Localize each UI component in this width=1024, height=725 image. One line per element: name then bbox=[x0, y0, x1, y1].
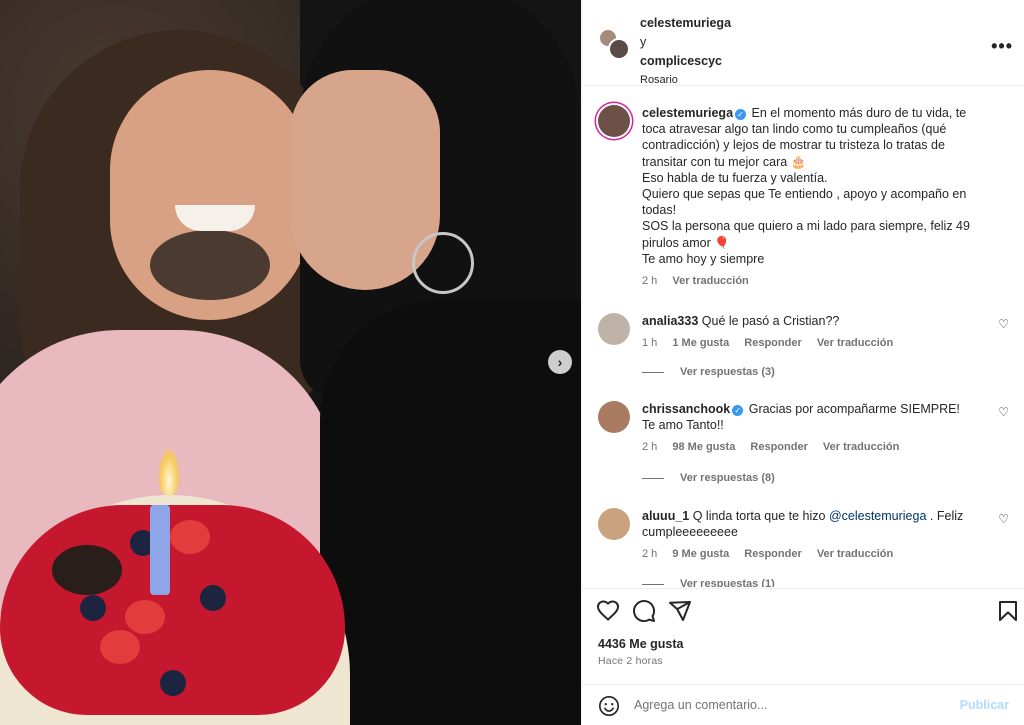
caption-line: SOS la persona que quiero a mi lado para… bbox=[642, 219, 970, 234]
photo-candle bbox=[150, 505, 170, 595]
caption-line: Quiero que sepas que Te entiendo , apoyo… bbox=[642, 187, 967, 202]
likes-count[interactable]: 4436 Me gusta bbox=[598, 637, 683, 651]
caption-text: celestemuriega ✓ En el momento más duro d… bbox=[642, 105, 982, 267]
bookmark-icon[interactable] bbox=[996, 599, 1020, 623]
caption-line: Eso habla de tu fuerza y valentía. bbox=[642, 170, 828, 185]
photo-black-shirt bbox=[320, 300, 581, 725]
post-timestamp: Hace 2 horas bbox=[598, 655, 663, 667]
reply-button[interactable]: Responder bbox=[744, 337, 801, 349]
comments-list[interactable]: celestemuriega ✓ En el momento más duro d… bbox=[582, 87, 1024, 587]
photo-strawberry bbox=[170, 520, 210, 554]
comment-username[interactable]: analia333 bbox=[642, 314, 698, 328]
comment-text: chrissanchook ✓ Gracias por acompañarme S… bbox=[642, 401, 982, 433]
comment-likes[interactable]: 9 Me gusta bbox=[672, 548, 729, 560]
view-replies-button[interactable]: Ver respuestas (1) bbox=[642, 578, 775, 587]
caption-username[interactable]: celestemuriega bbox=[642, 106, 733, 120]
more-options-icon[interactable]: ••• bbox=[991, 36, 1013, 57]
photo-beard bbox=[150, 230, 270, 300]
comment-meta: 2 h 98 Me gusta Responder Ver traducción bbox=[642, 441, 1013, 453]
comment-body: Te amo Tanto!! bbox=[642, 418, 724, 433]
comment-time[interactable]: 1 h bbox=[642, 337, 657, 349]
caption-line: todas! bbox=[642, 203, 677, 218]
heart-icon[interactable] bbox=[596, 599, 620, 623]
translate-button[interactable]: Ver traducción bbox=[817, 337, 893, 349]
comment-meta: 2 h 9 Me gusta Responder Ver traducción bbox=[642, 548, 1013, 560]
avatar[interactable] bbox=[598, 401, 630, 433]
comment-username[interactable]: aluuu_1 bbox=[642, 509, 689, 523]
post-actions: 4436 Me gusta Hace 2 horas bbox=[582, 588, 1024, 688]
replies-divider bbox=[642, 583, 664, 585]
comment-body: Q linda torta que te hizo bbox=[692, 509, 826, 523]
avatar[interactable] bbox=[598, 105, 630, 137]
caption-meta: 2 h Ver traducción bbox=[642, 275, 1013, 287]
share-icon[interactable] bbox=[668, 599, 692, 623]
heart-icon[interactable]: ♡ bbox=[998, 512, 1009, 526]
caption-line: pirulos amor 🎈 bbox=[642, 235, 730, 250]
comment-likes[interactable]: 98 Me gusta bbox=[672, 441, 735, 453]
avatar bbox=[608, 38, 630, 60]
replies-divider bbox=[642, 477, 664, 479]
verified-icon: ✓ bbox=[732, 405, 744, 416]
replies-label: Ver respuestas (3) bbox=[680, 366, 775, 378]
replies-label: Ver respuestas (1) bbox=[680, 578, 775, 587]
comment-body: Qué le pasó a Cristian?? bbox=[701, 314, 840, 328]
avatar[interactable] bbox=[598, 313, 630, 345]
collab-avatars[interactable] bbox=[598, 28, 630, 60]
photo-chocolate-disc bbox=[52, 545, 122, 595]
heart-icon[interactable]: ♡ bbox=[998, 317, 1009, 331]
header-usernames: celestemuriega y complicescyc Rosario bbox=[640, 14, 731, 90]
photo-blueberry bbox=[80, 595, 106, 621]
mention-link[interactable]: @celestemuriega bbox=[829, 509, 926, 523]
reply-button[interactable]: Responder bbox=[750, 441, 807, 453]
chevron-right-icon[interactable]: › bbox=[548, 350, 572, 374]
replies-divider bbox=[642, 371, 664, 373]
comment-text: aluuu_1 Q linda torta que te hizo @celes… bbox=[642, 508, 982, 540]
replies-label: Ver respuestas (8) bbox=[680, 472, 775, 484]
translate-button[interactable]: Ver traducción bbox=[817, 548, 893, 560]
post-side-panel: celestemuriega y complicescyc Rosario ••… bbox=[581, 0, 1024, 725]
add-comment-bar: Publicar bbox=[582, 684, 1024, 725]
comment-time[interactable]: 2 h bbox=[642, 441, 657, 453]
photo-earring bbox=[412, 232, 474, 294]
comment-body: cumpleeeeeeeee bbox=[642, 525, 738, 540]
caption-time[interactable]: 2 h bbox=[642, 275, 657, 287]
reply-button[interactable]: Responder bbox=[744, 548, 801, 560]
comment: chrissanchook ✓ Gracias por acompañarme S… bbox=[598, 401, 1013, 453]
header-user-1[interactable]: celestemuriega bbox=[640, 14, 731, 33]
verified-icon: ✓ bbox=[735, 109, 747, 120]
header-connector: y bbox=[640, 35, 647, 49]
photo-strawberry bbox=[100, 630, 140, 664]
view-replies-button[interactable]: Ver respuestas (3) bbox=[642, 366, 775, 378]
caption-line: toca atravesar algo tan lindo como tu cu… bbox=[642, 122, 947, 137]
caption-line: En el momento más duro de tu vida, te bbox=[751, 106, 967, 120]
emoji-icon[interactable] bbox=[598, 695, 620, 717]
comment: aluuu_1 Q linda torta que te hizo @celes… bbox=[598, 508, 1013, 560]
header-user-2[interactable]: complicescyc bbox=[640, 52, 731, 71]
caption: celestemuriega ✓ En el momento más duro d… bbox=[598, 105, 1013, 287]
comment-body: Gracias por acompañarme SIEMPRE! bbox=[748, 402, 960, 416]
caption-line: Te amo hoy y siempre bbox=[642, 251, 765, 266]
publish-button[interactable]: Publicar bbox=[960, 698, 1009, 712]
comment-likes[interactable]: 1 Me gusta bbox=[672, 337, 729, 349]
post-header: celestemuriega y complicescyc Rosario ••… bbox=[582, 0, 1024, 86]
comment-meta: 1 h 1 Me gusta Responder Ver traducción bbox=[642, 337, 1013, 349]
photo-blueberry bbox=[160, 670, 186, 696]
photo-strawberry bbox=[125, 600, 165, 634]
caption-line: transitar con tu mejor cara 🎂 bbox=[642, 154, 807, 169]
comment-username[interactable]: chrissanchook bbox=[642, 402, 730, 416]
translate-button[interactable]: Ver traducción bbox=[672, 275, 748, 287]
comment: analia333 Qué le pasó a Cristian?? 1 h 1… bbox=[598, 313, 1013, 349]
comment-text: analia333 Qué le pasó a Cristian?? bbox=[642, 313, 982, 329]
post-photo bbox=[0, 0, 581, 725]
comment-input[interactable] bbox=[634, 693, 934, 717]
translate-button[interactable]: Ver traducción bbox=[823, 441, 899, 453]
avatar[interactable] bbox=[598, 508, 630, 540]
photo-blueberry bbox=[200, 585, 226, 611]
comment-body: . Feliz bbox=[929, 509, 964, 523]
comment-time[interactable]: 2 h bbox=[642, 548, 657, 560]
caption-line: contradicción) y lejos de mostrar tu tri… bbox=[642, 138, 945, 153]
heart-icon[interactable]: ♡ bbox=[998, 405, 1009, 419]
view-replies-button[interactable]: Ver respuestas (8) bbox=[642, 472, 775, 484]
comment-icon[interactable] bbox=[632, 599, 656, 623]
